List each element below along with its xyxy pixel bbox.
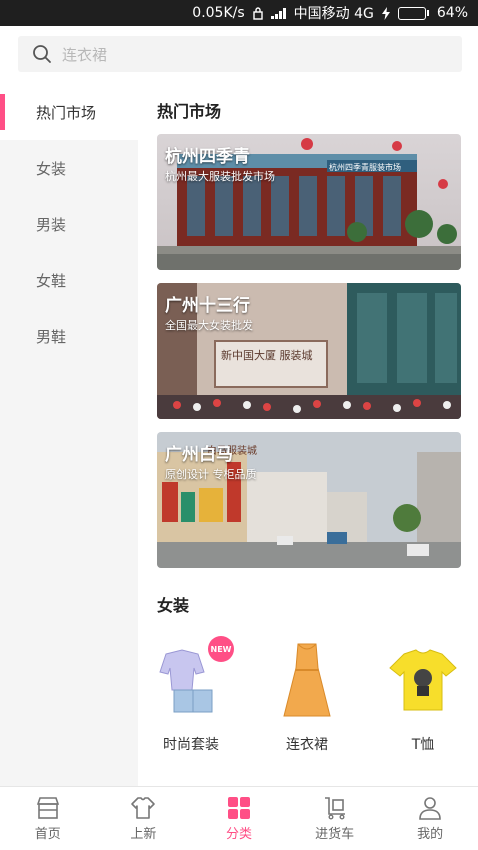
tab-label: 我的 — [417, 826, 444, 842]
product-fashion-set[interactable]: NEW 时尚套装 — [146, 636, 236, 754]
sidebar-item-label: 男装 — [36, 215, 67, 234]
lock-icon — [252, 6, 263, 20]
tab-home[interactable]: 首页 — [0, 787, 96, 850]
category-content: 热门市场 杭州四季青服装市场 杭州四季青 杭州最大服装批发市场 新中国大厦 服装… — [138, 84, 478, 786]
market-banner-guangzhou-baima[interactable]: 白马服装城 广州白马 原创设计 专柜品质 — [157, 432, 461, 568]
sidebar-item-womens-shoes[interactable]: 女鞋 — [0, 252, 138, 308]
market-subtitle: 杭州最大服装批发市场 — [165, 170, 275, 183]
signal-icon — [270, 7, 286, 19]
tab-category[interactable]: 分类 — [191, 787, 287, 850]
tshirt-image — [378, 638, 468, 728]
charging-icon — [381, 6, 390, 20]
status-bar: 0.05K/s 中国移动 4G 64% — [0, 0, 478, 26]
sidebar-item-mens[interactable]: 男装 — [0, 196, 138, 252]
tab-new-arrivals[interactable]: 上新 — [96, 787, 192, 850]
new-badge: NEW — [208, 636, 234, 662]
search-input[interactable]: 连衣裙 — [18, 36, 462, 72]
market-name: 广州十三行 — [165, 296, 250, 316]
sidebar-item-hot-markets[interactable]: 热门市场 — [0, 84, 138, 140]
search-bar: 连衣裙 — [0, 26, 478, 84]
building-sign: 杭州四季青服装市场 — [329, 162, 401, 172]
dress-image — [262, 638, 352, 728]
market-name: 广州白马 — [165, 445, 233, 465]
product-tshirt[interactable]: T恤 — [378, 638, 468, 754]
product-label: 时尚套装 — [163, 737, 219, 753]
sidebar-item-label: 女鞋 — [36, 271, 67, 290]
section-title-womens: 女装 — [157, 596, 190, 615]
market-subtitle: 全国最大女装批发 — [165, 319, 253, 332]
store-icon — [36, 796, 59, 819]
tab-label: 上新 — [130, 826, 157, 842]
sidebar-item-mens-shoes[interactable]: 男鞋 — [0, 308, 138, 364]
market-name: 杭州四季青 — [165, 147, 250, 167]
building-sign: 新中国大厦 服装城 — [221, 348, 313, 362]
cart-icon — [324, 796, 345, 820]
market-subtitle: 原创设计 专柜品质 — [165, 468, 257, 481]
tab-label: 分类 — [225, 826, 252, 842]
bottom-tab-bar: 首页 上新 分类 进货车 我的 — [0, 786, 478, 850]
product-label: 连衣裙 — [286, 737, 328, 753]
tab-profile[interactable]: 我的 — [382, 787, 478, 850]
tab-cart[interactable]: 进货车 — [287, 787, 383, 850]
sidebar-item-label: 男鞋 — [36, 327, 67, 346]
section-title-hot-markets: 热门市场 — [157, 102, 222, 121]
product-dress[interactable]: 连衣裙 — [262, 638, 352, 754]
search-icon — [33, 45, 51, 63]
carrier-label: 中国移动 4G — [293, 6, 374, 22]
grid-icon — [227, 796, 250, 819]
sidebar-item-label: 热门市场 — [36, 103, 97, 122]
category-sidebar: 热门市场 女装 男装 女鞋 男鞋 — [0, 84, 138, 786]
tab-label: 进货车 — [315, 826, 355, 842]
tshirt-icon — [131, 796, 156, 819]
product-label: T恤 — [411, 737, 435, 753]
network-speed: 0.05K/s — [192, 5, 245, 21]
sidebar-item-label: 女装 — [36, 159, 67, 178]
tab-label: 首页 — [34, 826, 61, 842]
battery-percent: 64% — [436, 5, 468, 21]
market-banner-guangzhou-shisanhang[interactable]: 新中国大厦 服装城 广州十三行 全国最大女装批发 — [157, 283, 461, 419]
search-placeholder: 连衣裙 — [62, 45, 108, 64]
battery-icon — [397, 6, 429, 20]
sidebar-item-womens[interactable]: 女装 — [0, 140, 138, 196]
fashion-set-image: NEW — [146, 636, 236, 728]
user-icon — [419, 796, 441, 820]
market-banner-hangzhou[interactable]: 杭州四季青服装市场 杭州四季青 杭州最大服装批发市场 — [157, 134, 461, 270]
